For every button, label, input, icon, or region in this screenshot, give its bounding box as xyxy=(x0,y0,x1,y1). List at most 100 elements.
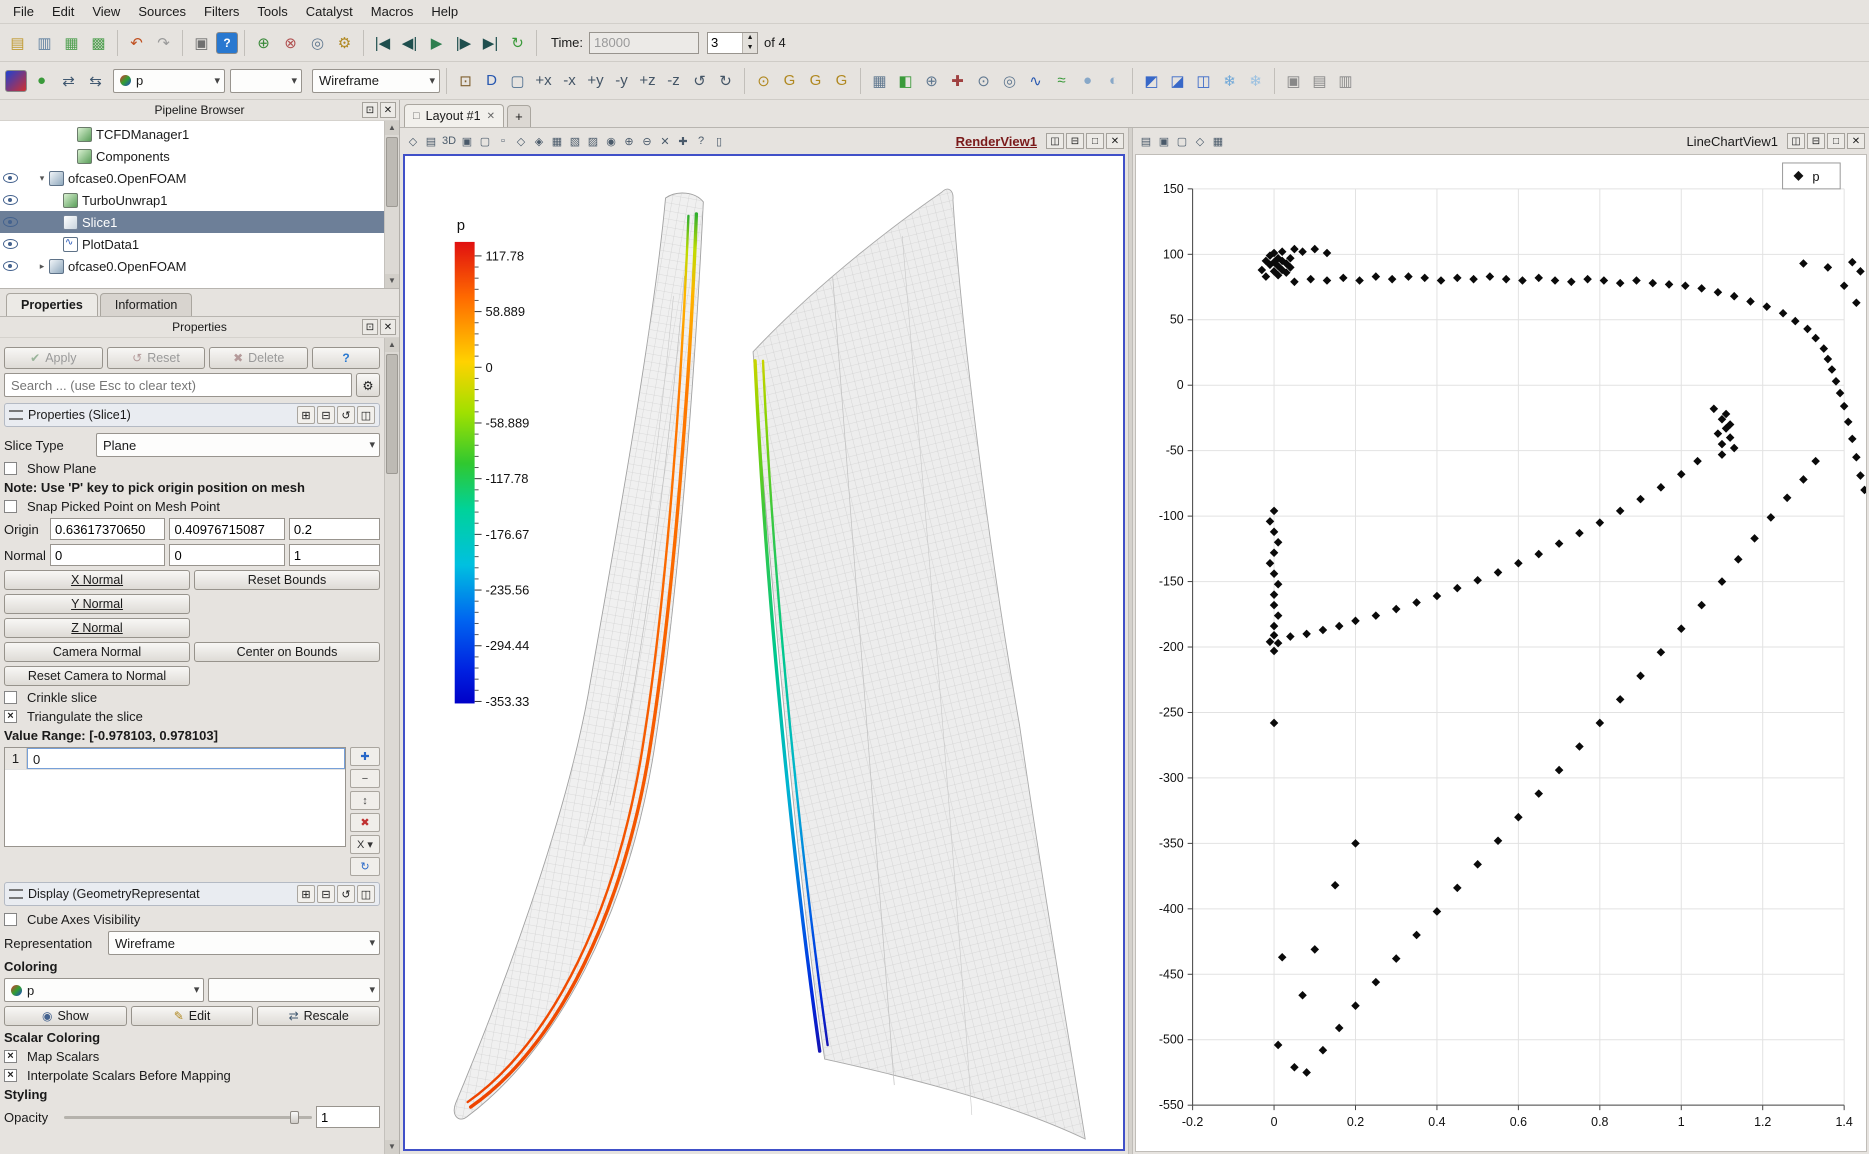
glyph-tool-icon[interactable]: ● xyxy=(1075,68,1100,93)
close-view-icon[interactable]: ✕ xyxy=(1106,133,1124,149)
mesh-volume-icon[interactable]: ▥ xyxy=(1333,68,1358,93)
menu-help[interactable]: Help xyxy=(422,1,467,22)
visibility-eye-icon[interactable] xyxy=(3,217,18,227)
value-range-icon[interactable]: ↕ xyxy=(350,791,380,810)
delete-button[interactable]: ✖Delete xyxy=(209,347,308,369)
split-horizontal-icon[interactable]: ◫ xyxy=(1046,133,1064,149)
edit-color-legend-icon[interactable]: ◧ xyxy=(893,68,918,93)
delete-all-values-icon[interactable]: ✖ xyxy=(350,813,380,832)
interpolate-checkbox[interactable] xyxy=(4,1069,17,1082)
view-minus-x-icon[interactable]: -x xyxy=(557,68,582,93)
properties-scrollbar[interactable]: ▲ ▼ xyxy=(384,338,399,1154)
split-vertical-icon[interactable]: ⊟ xyxy=(1807,133,1825,149)
close-panel-icon[interactable]: ✕ xyxy=(380,319,396,335)
snap-checkbox[interactable] xyxy=(4,500,17,513)
crinkle-checkbox[interactable] xyxy=(4,691,17,704)
layout-tab[interactable]: Layout #1 ✕ xyxy=(404,104,504,127)
cube-axes-checkbox[interactable] xyxy=(4,913,17,926)
visibility-eye-icon[interactable] xyxy=(3,261,18,271)
origin-x-field[interactable] xyxy=(50,518,165,540)
center-on-bounds-button[interactable]: Center on Bounds xyxy=(194,642,380,662)
split-vertical-icon[interactable]: ⊟ xyxy=(1066,133,1084,149)
render-viewport[interactable]: p 117.7858.8890-58.889-117.78-176.67-235… xyxy=(403,154,1125,1151)
export-view-icon[interactable]: ▤ xyxy=(422,132,440,150)
scroll-down-icon[interactable]: ▼ xyxy=(385,1140,399,1154)
view-plus-x-icon[interactable]: +x xyxy=(531,68,556,93)
show-plane-row[interactable]: Show Plane xyxy=(4,461,380,476)
interactive-select-points-icon[interactable]: ▨ xyxy=(584,132,602,150)
pipeline-item-ofcase0-openfoam[interactable]: ▸ofcase0.OpenFOAM xyxy=(0,255,384,277)
scroll-up-icon[interactable]: ▲ xyxy=(385,121,399,135)
component-combo[interactable] xyxy=(230,69,302,93)
reset-bounds-button[interactable]: Reset Bounds xyxy=(194,570,380,590)
rotate-90-cw-icon[interactable]: ↻ xyxy=(713,68,738,93)
expander-icon[interactable]: ▸ xyxy=(36,261,48,272)
close-layout-icon[interactable]: ✕ xyxy=(487,111,495,122)
crinkle-row[interactable]: Crinkle slice xyxy=(4,690,380,705)
copy-properties-icon[interactable]: ⊞ xyxy=(297,406,315,424)
select-surface-cells-icon[interactable]: ◩ xyxy=(1139,68,1164,93)
clear-selection-icon[interactable]: ✕ xyxy=(656,132,674,150)
toggle-interaction-icon[interactable]: ✚ xyxy=(674,132,692,150)
shrink-selection-icon[interactable]: ⊖ xyxy=(638,132,656,150)
chart-viewport[interactable]: -0.200.20.40.60.811.21.4150100500-50-100… xyxy=(1135,154,1867,1152)
zoom-to-data-icon[interactable]: D xyxy=(479,68,504,93)
x-normal-button[interactable]: X Normal xyxy=(4,570,190,590)
z-normal-button[interactable]: Z Normal xyxy=(4,618,190,638)
scroll-down-icon[interactable]: ▼ xyxy=(385,274,399,288)
select-cells-poly-icon[interactable]: ◇ xyxy=(512,132,530,150)
auto-apply-icon[interactable]: ⚙ xyxy=(332,30,357,55)
pipeline-item-components[interactable]: Components xyxy=(0,145,384,167)
remove-value-icon[interactable]: − xyxy=(350,769,380,788)
maximize-view-icon[interactable]: □ xyxy=(1086,133,1104,149)
frame-input[interactable] xyxy=(708,33,742,53)
expander-icon[interactable]: ▾ xyxy=(36,173,48,184)
add-value-icon[interactable]: ✚ xyxy=(350,747,380,766)
reset-center-icon[interactable]: ◎ xyxy=(997,68,1022,93)
menu-filters[interactable]: Filters xyxy=(195,1,248,22)
hover-cells-icon[interactable]: ◉ xyxy=(602,132,620,150)
coloring-component-combo[interactable] xyxy=(208,978,380,1002)
camera-icon[interactable]: ▣ xyxy=(189,30,214,55)
help-icon[interactable]: ? xyxy=(216,32,238,54)
apply-button[interactable]: ✔Apply xyxy=(4,347,103,369)
link-camera-icon[interactable]: ⊙ xyxy=(751,68,776,93)
show-center-axes-icon[interactable]: ✚ xyxy=(945,68,970,93)
select-frustum-cells-icon[interactable]: ◫ xyxy=(1191,68,1216,93)
pipeline-item-slice1[interactable]: Slice1 xyxy=(0,211,384,233)
reset-camera-to-normal-button[interactable]: Reset Camera to Normal xyxy=(4,666,190,686)
save-file-icon[interactable]: ▥ xyxy=(32,30,57,55)
rotate-camera-ccw-icon[interactable]: G xyxy=(777,68,802,93)
frame-down-icon[interactable]: ▼ xyxy=(743,43,757,53)
normal-y-field[interactable] xyxy=(169,544,284,566)
save-animation-icon[interactable]: ▩ xyxy=(86,30,111,55)
rescale-button[interactable]: ⇄Rescale xyxy=(257,1006,380,1026)
visibility-eye-icon[interactable] xyxy=(3,195,18,205)
close-panel-icon[interactable]: ✕ xyxy=(380,102,396,118)
slice-type-combo[interactable]: Plane xyxy=(96,433,380,457)
camera-normal-button[interactable]: Camera Normal xyxy=(4,642,190,662)
color-map-editor-icon[interactable] xyxy=(5,70,27,92)
connect-icon[interactable]: ⊕ xyxy=(251,30,276,55)
save-defaults-icon[interactable]: ◫ xyxy=(357,885,375,903)
menu-catalyst[interactable]: Catalyst xyxy=(297,1,362,22)
surface-lic-icon[interactable]: ∿ xyxy=(1023,68,1048,93)
opacity-field[interactable] xyxy=(316,1106,380,1128)
menu-sources[interactable]: Sources xyxy=(129,1,195,22)
view-plus-z-icon[interactable]: +z xyxy=(635,68,660,93)
select-block-icon[interactable]: ▦ xyxy=(548,132,566,150)
probe-tool-icon[interactable]: ◐ xyxy=(1101,68,1126,93)
coloring-array-combo[interactable]: p xyxy=(4,978,204,1002)
grow-selection-icon[interactable]: ⊕ xyxy=(620,132,638,150)
origin-y-field[interactable] xyxy=(169,518,284,540)
pipeline-item-plotdata1[interactable]: PlotData1 xyxy=(0,233,384,255)
interactive-select-cells-icon[interactable]: ▧ xyxy=(566,132,584,150)
normal-z-field[interactable] xyxy=(289,544,380,566)
visibility-eye-icon[interactable] xyxy=(3,239,18,249)
tab-properties[interactable]: Properties xyxy=(6,293,98,316)
close-view-icon[interactable]: ✕ xyxy=(1847,133,1865,149)
maximize-view-icon[interactable]: □ xyxy=(1827,133,1845,149)
pipeline-scrollbar[interactable]: ▲ ▼ xyxy=(384,121,399,288)
menu-macros[interactable]: Macros xyxy=(362,1,423,22)
chart-legend[interactable]: p xyxy=(1783,163,1841,189)
